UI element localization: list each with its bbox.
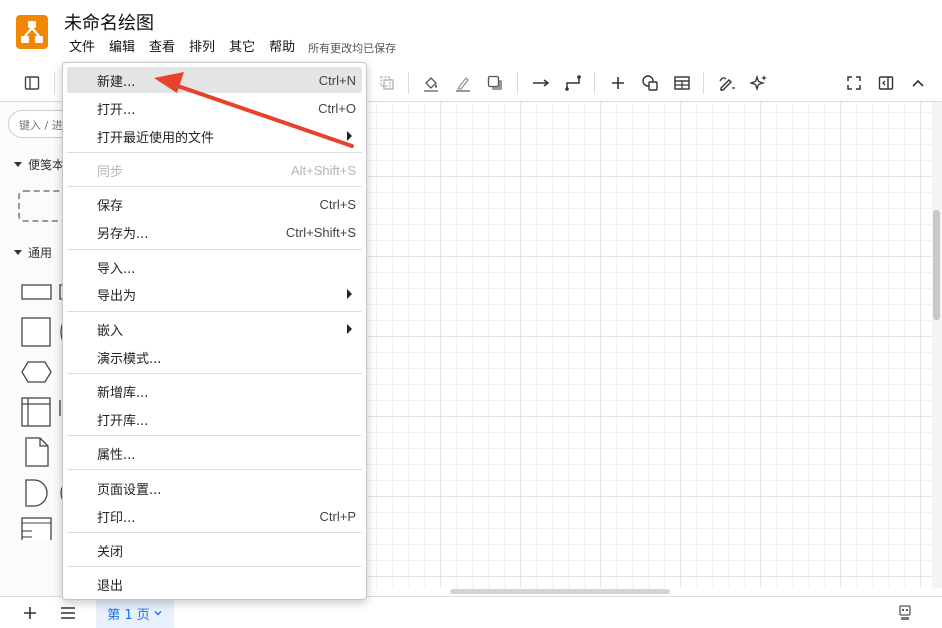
menu-item-save[interactable]: 保存 Ctrl+S	[67, 191, 362, 217]
menubar: 文件 编辑 查看 排列 其它 帮助 所有更改均已保存	[62, 38, 396, 58]
menu-file[interactable]: 文件	[62, 38, 102, 58]
vertical-scrollbar-track	[932, 102, 942, 588]
menu-item-new[interactable]: 新建... Ctrl+N	[67, 67, 362, 93]
section-general[interactable]: 通用	[14, 244, 52, 261]
document-title[interactable]: 未命名绘图	[64, 9, 154, 35]
connector-straight-icon[interactable]	[530, 72, 552, 94]
submenu-arrow-icon	[347, 289, 352, 299]
chevron-down-icon	[154, 611, 162, 616]
diagram-logo-icon	[21, 21, 43, 43]
shapes-icon[interactable]	[639, 72, 661, 94]
shape-search-input[interactable]: 键入 / 进	[8, 110, 62, 138]
menu-item-print[interactable]: 打印... Ctrl+P	[67, 503, 362, 529]
menu-item-page-setup[interactable]: 页面设置...	[67, 475, 362, 501]
section-scratchpad[interactable]: 便笺本	[14, 156, 62, 173]
menu-extras[interactable]: 其它	[222, 38, 262, 58]
waypoint-icon[interactable]	[562, 72, 584, 94]
shadow-icon[interactable]	[484, 72, 506, 94]
freehand-icon[interactable]	[716, 72, 738, 94]
submenu-arrow-icon	[347, 324, 352, 334]
duplicate-icon[interactable]	[376, 72, 398, 94]
menu-item-exit[interactable]: 退出	[67, 571, 362, 597]
table-icon[interactable]	[671, 72, 693, 94]
expand-icon	[14, 250, 22, 255]
menu-item-open-recent[interactable]: 打开最近使用的文件	[67, 123, 362, 149]
vertical-scrollbar[interactable]	[933, 210, 940, 320]
menu-view[interactable]: 查看	[142, 38, 182, 58]
section-scratchpad-label: 便笺本	[28, 158, 62, 172]
horizontal-scrollbar[interactable]	[450, 589, 670, 594]
drawio-logo[interactable]	[16, 15, 48, 49]
menu-item-close[interactable]: 关闭	[67, 537, 362, 563]
menu-item-presentation[interactable]: 演示模式...	[67, 344, 362, 370]
menu-item-export-as[interactable]: 导出为	[67, 281, 362, 307]
menu-item-new-library[interactable]: 新增库...	[67, 378, 362, 404]
menu-arrange[interactable]: 排列	[182, 38, 222, 58]
save-status: 所有更改均已保存	[308, 42, 397, 55]
general-shapes-palette[interactable]	[18, 280, 62, 540]
section-general-label: 通用	[28, 246, 53, 260]
menu-help[interactable]: 帮助	[262, 38, 302, 58]
pages-menu-icon[interactable]	[57, 602, 79, 624]
fullscreen-icon[interactable]	[843, 72, 865, 94]
insert-icon[interactable]	[607, 72, 629, 94]
app-header: 未命名绘图 文件 编辑 查看 排列 其它 帮助 所有更改均已保存	[0, 0, 942, 64]
menu-item-properties[interactable]: 属性...	[67, 440, 362, 466]
menu-item-embed[interactable]: 嵌入	[67, 316, 362, 342]
add-page-icon[interactable]	[19, 602, 41, 624]
drawing-canvas[interactable]	[366, 102, 932, 588]
page-tab[interactable]: 第 1 页	[96, 597, 174, 628]
sidebar-toggle-icon[interactable]	[21, 72, 43, 94]
expand-icon	[14, 162, 22, 167]
ai-sparkle-icon[interactable]	[748, 72, 770, 94]
page-tab-label: 第 1 页	[107, 607, 150, 623]
menu-item-import[interactable]: 导入...	[67, 254, 362, 280]
shape-sidebar: 键入 / 进 便笺本 通用	[0, 102, 62, 596]
submenu-arrow-icon	[347, 131, 352, 141]
line-color-icon[interactable]	[452, 72, 474, 94]
menu-item-open-library[interactable]: 打开库...	[67, 406, 362, 432]
page-bar: 第 1 页	[0, 596, 942, 628]
file-menu: 新建... Ctrl+N 打开... Ctrl+O 打开最近使用的文件 同步 A…	[62, 62, 367, 600]
menu-edit[interactable]: 编辑	[102, 38, 142, 58]
menu-item-sync: 同步 Alt+Shift+S	[97, 162, 356, 180]
scratchpad-dropzone[interactable]	[18, 190, 62, 222]
menu-item-open[interactable]: 打开... Ctrl+O	[67, 95, 362, 121]
notification-icon[interactable]	[894, 602, 916, 624]
menu-item-save-as[interactable]: 另存为... Ctrl+Shift+S	[67, 219, 362, 245]
collapse-icon[interactable]	[907, 72, 929, 94]
fill-color-icon[interactable]	[420, 72, 442, 94]
format-panel-icon[interactable]	[875, 72, 897, 94]
